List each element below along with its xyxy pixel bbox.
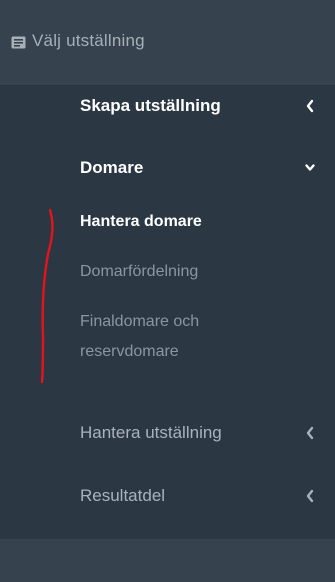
chevron-left-icon bbox=[306, 99, 314, 113]
sidebar-item-label: Hantera utställning bbox=[80, 423, 222, 442]
submenu-domarfordelning[interactable]: Domarfördelning bbox=[80, 263, 198, 281]
chevron-left-icon bbox=[306, 489, 314, 503]
sidebar-item-resultatdel[interactable]: Resultatdel bbox=[0, 477, 335, 517]
submenu-hantera-domare[interactable]: Hantera domare bbox=[80, 213, 202, 231]
submenu-finaldomare[interactable]: Finaldomare och reservdomare bbox=[80, 307, 270, 367]
sidebar-header[interactable]: Välj utställning bbox=[0, 0, 335, 86]
sidebar-item-domare[interactable]: Domare bbox=[0, 149, 335, 189]
sidebar-item-label: Skapa utställning bbox=[80, 96, 221, 115]
chevron-down-icon bbox=[305, 164, 315, 171]
sidebar-item-label: Resultatdel bbox=[80, 486, 166, 505]
sidebar-item-label: Domare bbox=[80, 158, 144, 177]
sidebar-item-skapa-utstallning[interactable]: Skapa utställning bbox=[0, 87, 335, 127]
red-annotation-line bbox=[40, 208, 54, 384]
id-card-icon bbox=[11, 36, 26, 49]
sidebar-footer bbox=[0, 539, 335, 582]
chevron-left-icon bbox=[306, 426, 314, 440]
sidebar-item-hantera-utstallning[interactable]: Hantera utställning bbox=[0, 414, 335, 454]
select-exhibition-label: Välj utställning bbox=[32, 31, 145, 50]
